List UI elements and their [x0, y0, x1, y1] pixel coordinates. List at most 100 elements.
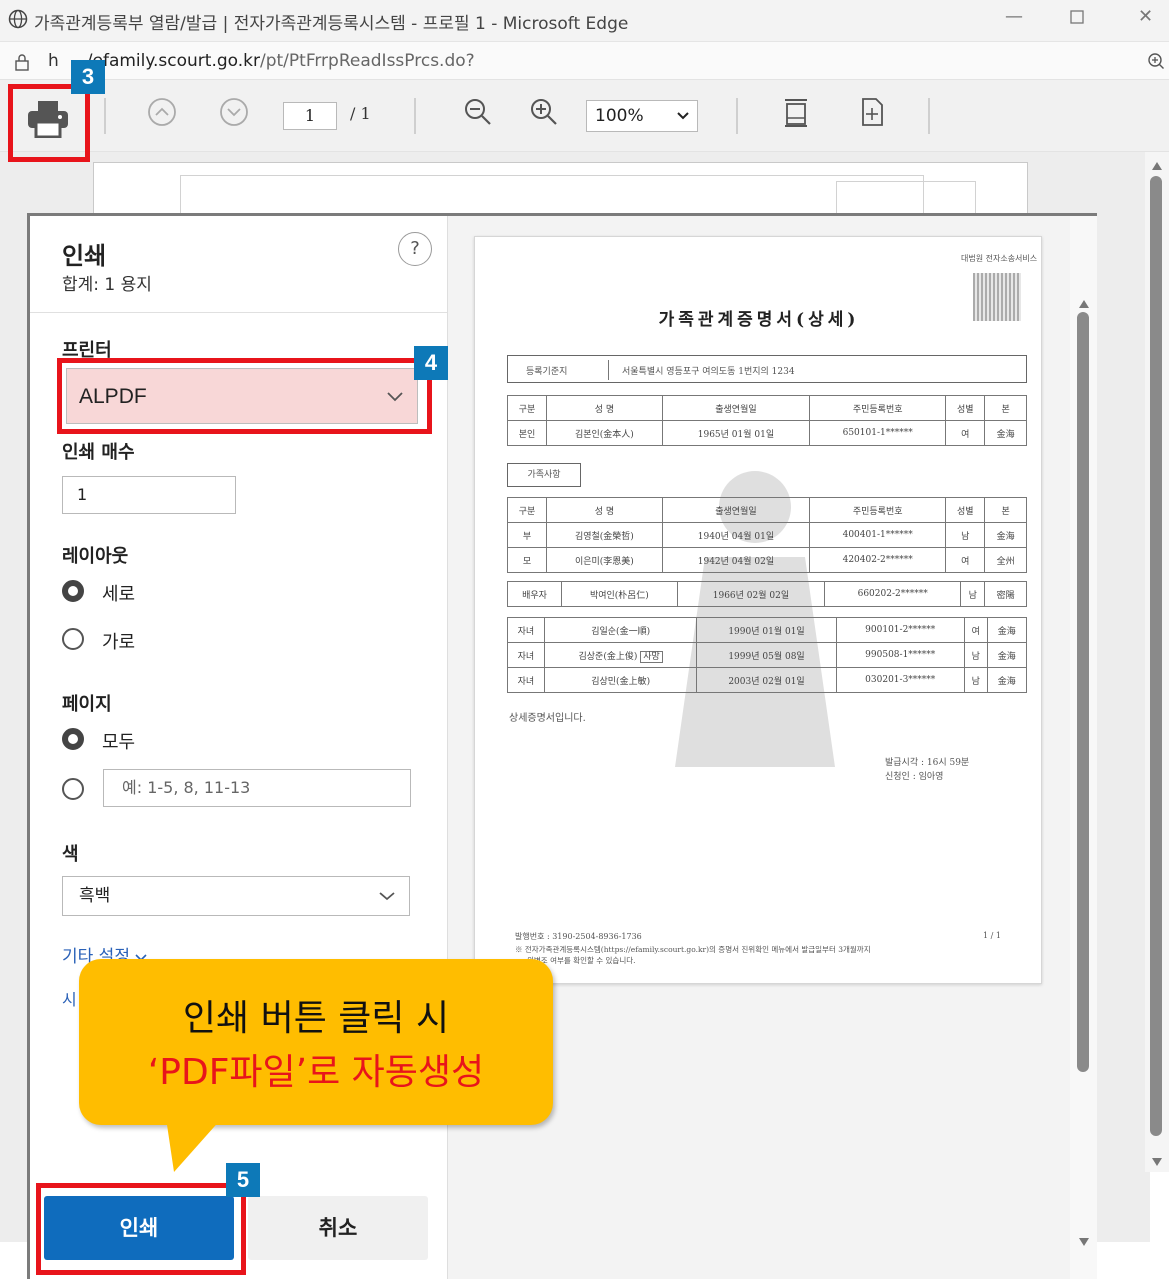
table-cell: 남	[960, 581, 986, 607]
layout-portrait-label[interactable]: 세로	[102, 580, 135, 606]
page-total: / 1	[350, 104, 371, 123]
table-cell: 金海	[986, 642, 1028, 668]
step-4-badge: 4	[414, 346, 448, 380]
highlight-print-button	[36, 1183, 246, 1275]
color-label: 색	[62, 844, 79, 865]
help-icon[interactable]: ?	[398, 232, 432, 266]
zoom-select[interactable]: 100%	[586, 100, 698, 132]
table-row: 자녀 김일순(金一順) 1990년 01월 01일 900101-2****** 여 金海	[507, 617, 1028, 643]
pages-all-label[interactable]: 모두	[102, 728, 135, 754]
table-header: 출생연월일	[661, 395, 811, 421]
preview-scrollbar-thumb[interactable]	[1077, 312, 1089, 1072]
highlight-printer-select	[57, 358, 432, 434]
table-header: 출생연월일	[661, 497, 811, 523]
previous-page-icon[interactable]	[142, 96, 182, 136]
window-title: 가족관계등록부 열람/발급 | 전자가족관계등록시스템 - 프로필 1 - Mi…	[34, 14, 629, 34]
pages-range-radio[interactable]	[62, 778, 84, 800]
chevron-down-icon	[677, 101, 689, 143]
zoom-value: 100%	[595, 106, 644, 126]
registry-box: 등록기준지 서울특별시 영등포구 여의도동 1번지의 1234	[507, 355, 1027, 383]
color-value: 흑백	[79, 886, 111, 906]
table-row: 부 김영철(金榮哲) 1940년 04월 01일 400401-1****** 남 金海	[506, 522, 1027, 548]
layout-landscape-radio[interactable]	[62, 628, 84, 650]
callout-line1: 인쇄 버튼 클릭 시	[182, 998, 450, 1039]
pages-all-radio[interactable]	[62, 728, 84, 750]
maximize-icon[interactable]	[1070, 8, 1084, 29]
table-row: 본인 김본인(金本人) 1965년 01월 01일 650101-1****** 여 金海	[506, 420, 1027, 446]
system-dialog-link[interactable]: 시	[62, 986, 77, 1010]
fit-width-icon[interactable]	[776, 96, 816, 136]
cancel-button[interactable]: 취소	[248, 1196, 428, 1260]
callout-line2: ‘PDF파일’로 자동생성	[147, 1052, 485, 1093]
table-cell: 여	[963, 617, 988, 643]
registry-label: 등록기준지	[526, 367, 568, 377]
table-cell: 남	[945, 522, 986, 548]
table-cell: 金海	[986, 667, 1028, 693]
dialog-title: 인쇄	[62, 242, 107, 270]
table-cell: 김상준(金上俊) 사망	[543, 642, 698, 668]
toolbar-separator	[414, 98, 416, 134]
self-table: 구분 성 명 출생연월일 주민등록번호 성별 본 본인 김본인(金本人) 1965년 01월 …	[506, 395, 1027, 446]
table-cell: 1966년 02월 02일	[676, 581, 826, 607]
statement-text: 상세증명서입니다.	[509, 713, 586, 724]
next-page-icon[interactable]	[214, 96, 254, 136]
preview-scrollbar[interactable]	[1070, 216, 1097, 1279]
pages-range-input[interactable]: 예: 1-5, 8, 11-13	[103, 769, 411, 807]
zoom-indicator-icon[interactable]	[1147, 52, 1165, 74]
zoom-out-icon[interactable]	[458, 96, 498, 136]
close-icon[interactable]: ✕	[1138, 6, 1153, 27]
step-3-badge: 3	[71, 60, 105, 94]
toolbar-separator	[928, 98, 930, 134]
table-header: 주민등록번호	[809, 395, 947, 421]
toolbar-separator	[736, 98, 738, 134]
table-cell: 김본인(金本人)	[546, 420, 663, 446]
url-text[interactable]: h/efamily.scourt.go.kr/pt/PtFrrpReadIssP…	[48, 51, 475, 71]
table-cell: 여	[945, 420, 986, 446]
applicant-name: 신청인 : 임아영	[885, 772, 944, 782]
court-logo-text: 대법원 전자소송서비스	[961, 254, 1038, 263]
zoom-in-icon[interactable]	[524, 96, 564, 136]
viewer-scrollbar-thumb[interactable]	[1150, 176, 1162, 1136]
table-cell: 金海	[984, 522, 1027, 548]
parents-table: 구분 성 명 출생연월일 주민등록번호 성별 본 부 김영철(金榮哲) 1940년 04월 0…	[506, 497, 1027, 573]
title-bar: 가족관계등록부 열람/발급 | 전자가족관계등록시스템 - 프로필 1 - Mi…	[0, 0, 1169, 42]
family-section-label: 가족사항	[507, 463, 581, 487]
table-cell: 金海	[984, 420, 1027, 446]
table-cell: 김영철(金榮哲)	[546, 522, 663, 548]
pages-label: 페이지	[62, 694, 112, 715]
deceased-tag: 사망	[640, 650, 663, 663]
color-select[interactable]: 흑백	[62, 876, 410, 916]
layout-landscape-label[interactable]: 가로	[102, 628, 135, 654]
fit-page-icon[interactable]	[852, 96, 892, 136]
scroll-down-icon[interactable]	[1078, 1232, 1090, 1251]
table-cell: 모	[506, 547, 548, 573]
layout-portrait-radio[interactable]	[62, 580, 84, 602]
registry-divider	[608, 360, 609, 380]
copies-input[interactable]: 1	[62, 476, 236, 514]
scroll-down-icon[interactable]	[1151, 1152, 1163, 1171]
copies-label: 인쇄 매수	[62, 442, 135, 463]
table-header: 본	[984, 497, 1027, 523]
table-cell: 자녀	[507, 667, 545, 693]
table-cell: 420402-2******	[809, 547, 947, 573]
table-cell: 400401-1******	[809, 522, 947, 548]
scroll-up-icon[interactable]	[1151, 156, 1163, 175]
minimize-icon[interactable]: —	[1005, 6, 1023, 27]
viewer-scrollbar[interactable]	[1145, 152, 1169, 1172]
table-header: 구분	[506, 497, 548, 523]
footnote-line1: ※ 전자가족관계등록시스템(https://efamily.scourt.go.…	[515, 945, 871, 954]
toolbar-separator	[104, 98, 106, 134]
instruction-callout: 인쇄 버튼 클릭 시 ‘PDF파일’로 자동생성	[79, 959, 553, 1125]
table-row: 배우자 박여인(朴呂仁) 1966년 02월 02일 660202-2****** 남 密…	[506, 581, 1027, 607]
scroll-up-icon[interactable]	[1078, 294, 1090, 313]
table-cell: 030201-3******	[835, 667, 965, 693]
table-cell: 金海	[986, 617, 1028, 643]
pdf-toolbar: 1 / 1 100%	[0, 80, 1169, 152]
page-number-input[interactable]: 1	[283, 102, 337, 130]
document-title: 가족관계증명서(상세)	[658, 310, 860, 330]
table-cell: 여	[945, 547, 986, 573]
table-header: 주민등록번호	[809, 497, 947, 523]
sheet-total: 합계: 1 용지	[62, 275, 152, 295]
table-cell: 자녀	[507, 642, 545, 668]
table-cell: 660202-2******	[824, 581, 962, 607]
